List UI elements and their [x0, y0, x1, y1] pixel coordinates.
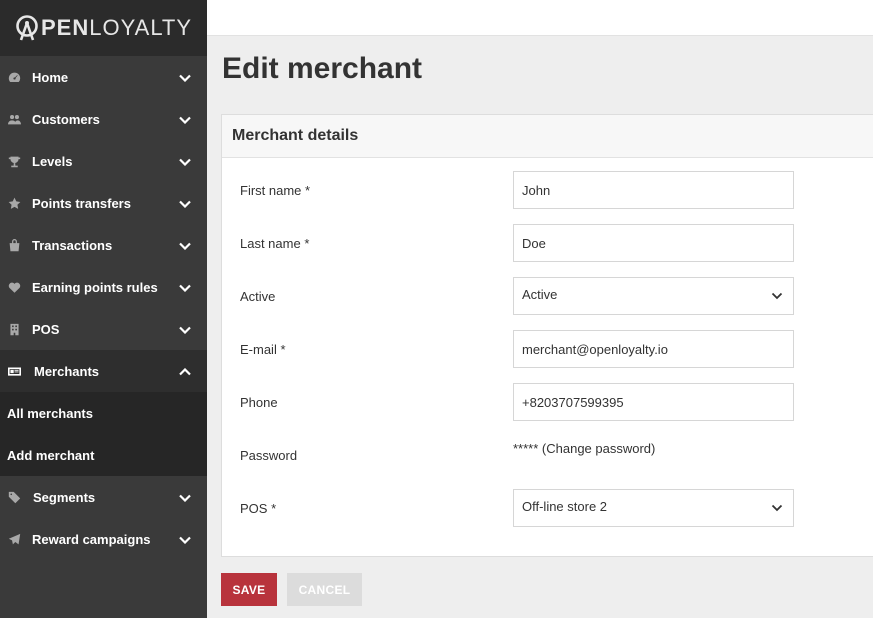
last-name-row: Last name * Doe	[222, 224, 873, 262]
page-title: Edit merchant	[222, 52, 423, 85]
sidebar-item-label: Earning points rules	[32, 279, 158, 295]
id-card-icon	[7, 364, 21, 378]
sidebar-item-transactions[interactable]: Transactions	[0, 224, 207, 266]
pos-select[interactable]: Off-line store 2	[513, 489, 794, 527]
sidebar-item-segments[interactable]: Segments	[0, 476, 207, 518]
active-select-value: Active	[522, 286, 558, 302]
paper-plane-icon	[7, 532, 21, 546]
last-name-input[interactable]: Doe	[513, 224, 794, 262]
phone-row: Phone +8203707599395	[222, 383, 873, 421]
sidebar-item-label: Segments	[33, 489, 96, 505]
shopping-bag-icon	[7, 238, 21, 252]
active-row: Active Active	[222, 277, 873, 315]
pos-row: POS * Off-line store 2	[222, 489, 873, 527]
sidebar-item-pos[interactable]: POS	[0, 308, 207, 350]
password-label: Password	[240, 448, 298, 463]
app-logo[interactable]: PENLOYALTY	[0, 0, 207, 56]
first-name-label: First name *	[240, 183, 311, 198]
chevron-down-icon	[771, 292, 783, 300]
sidebar-item-label: Levels	[32, 153, 73, 169]
chevron-down-icon	[179, 490, 191, 505]
pos-select-value: Off-line store 2	[522, 498, 608, 514]
chevron-down-icon	[179, 280, 191, 295]
save-button[interactable]: SAVE	[221, 573, 277, 606]
chevron-down-icon	[771, 504, 783, 512]
change-password-link[interactable]: (Change password)	[542, 441, 655, 456]
password-display: ***** (Change password)	[513, 441, 655, 456]
active-label: Active	[240, 289, 276, 304]
sidebar-item-label: Merchants	[34, 363, 100, 379]
password-mask: *****	[513, 441, 539, 456]
star-icon	[7, 196, 21, 210]
logo-icon	[16, 15, 38, 41]
chevron-down-icon	[179, 322, 191, 337]
phone-input[interactable]: +8203707599395	[513, 383, 794, 421]
email-input[interactable]: merchant@openloyalty.io	[513, 330, 794, 368]
dashboard-icon	[7, 70, 21, 84]
brand-name: PENLOYALTY	[41, 15, 193, 40]
sidebar-item-label: Transactions	[32, 237, 113, 253]
chevron-down-icon	[179, 154, 191, 169]
email-row: E-mail * merchant@openloyalty.io	[222, 330, 873, 368]
tags-icon	[7, 490, 21, 504]
merchant-details-card: Merchant details First name * John Last …	[221, 114, 873, 557]
users-icon	[7, 112, 21, 126]
chevron-up-icon	[179, 364, 191, 379]
cancel-button[interactable]: CANCEL	[287, 573, 362, 606]
chevron-down-icon	[179, 238, 191, 253]
sidebar-item-reward-campaigns[interactable]: Reward campaigns	[0, 518, 207, 560]
sidebar-item-label: Customers	[32, 111, 100, 127]
email-label: E-mail *	[240, 342, 286, 357]
sidebar-subitem-add-merchant[interactable]: Add merchant	[0, 434, 207, 476]
sidebar-item-label: POS	[32, 321, 60, 337]
sidebar: PENLOYALTY Home Customers Levels Points …	[0, 0, 207, 618]
heart-icon	[7, 280, 21, 294]
sidebar-subitem-all-merchants[interactable]: All merchants	[0, 392, 207, 434]
sidebar-item-levels[interactable]: Levels	[0, 140, 207, 182]
chevron-down-icon	[179, 70, 191, 85]
chevron-down-icon	[179, 196, 191, 211]
sidebar-item-customers[interactable]: Customers	[0, 98, 207, 140]
first-name-input[interactable]: John	[513, 171, 794, 209]
card-header: Merchant details	[222, 115, 873, 158]
sidebar-item-label: Home	[32, 69, 69, 85]
building-icon	[7, 322, 21, 336]
chevron-down-icon	[179, 532, 191, 547]
phone-label: Phone	[240, 395, 278, 410]
sidebar-item-points-transfers[interactable]: Points transfers	[0, 182, 207, 224]
sidebar-item-label: Reward campaigns	[32, 531, 151, 547]
sidebar-item-home[interactable]: Home	[0, 56, 207, 98]
password-row: Password ***** (Change password)	[222, 436, 873, 474]
active-select[interactable]: Active	[513, 277, 794, 315]
trophy-icon	[7, 154, 21, 168]
pos-label: POS *	[240, 501, 277, 516]
sidebar-item-merchants[interactable]: Merchants	[0, 350, 207, 392]
sidebar-item-label: Points transfers	[32, 195, 131, 211]
sidebar-item-earning-points-rules[interactable]: Earning points rules	[0, 266, 207, 308]
top-bar	[207, 0, 873, 36]
first-name-row: First name * John	[222, 171, 873, 209]
last-name-label: Last name *	[240, 236, 310, 251]
chevron-down-icon	[179, 112, 191, 127]
